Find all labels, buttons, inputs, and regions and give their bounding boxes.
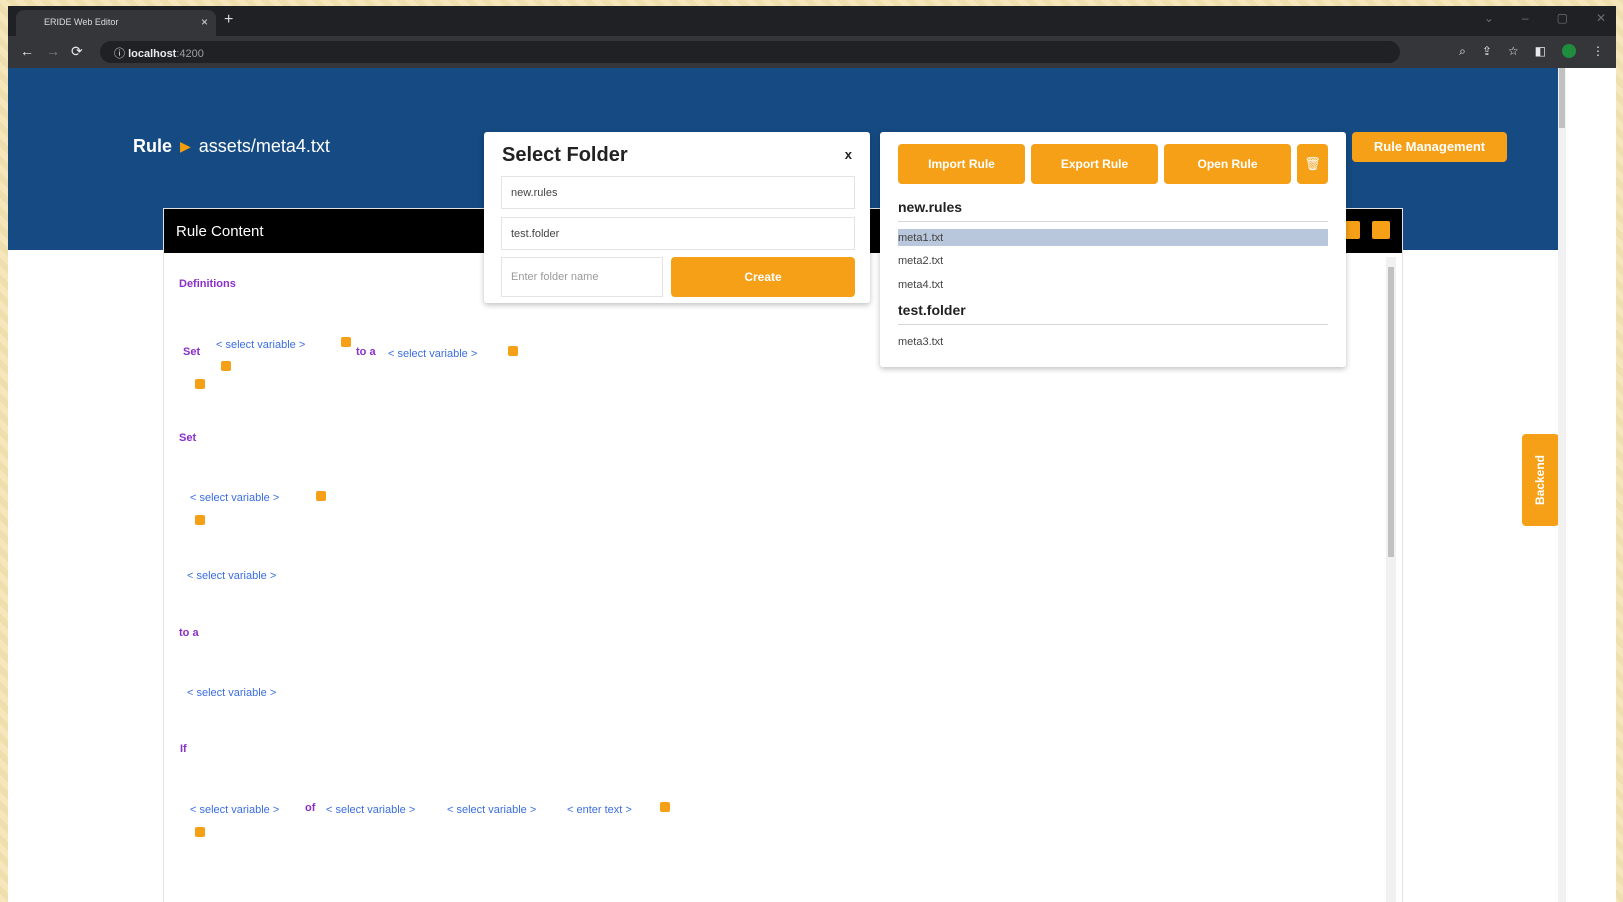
keyword-set: Set: [179, 432, 197, 444]
add-icon[interactable]: [195, 379, 205, 389]
content-scroll-thumb[interactable]: [1388, 267, 1394, 557]
add-icon[interactable]: [508, 346, 518, 356]
folder-name-input[interactable]: [501, 257, 663, 297]
browser-toolbar: ← → ⟳ ⓘ localhost:4200 ⌕ ⇪ ☆ ◧ ⋮: [8, 36, 1616, 68]
page-scroll-thumb[interactable]: [1559, 68, 1565, 128]
definitions-label: Definitions: [179, 278, 236, 290]
select-variable[interactable]: < select variable >: [190, 804, 279, 816]
open-rule-button[interactable]: Open Rule: [1164, 144, 1291, 184]
add-icon[interactable]: [660, 802, 670, 812]
add-icon[interactable]: [316, 491, 326, 501]
keyword-of: of: [305, 802, 316, 814]
breadcrumb-path: assets/meta4.txt: [198, 136, 330, 156]
folder-heading: test.folder: [898, 302, 966, 318]
address-bar[interactable]: ⓘ localhost:4200: [100, 41, 1400, 63]
divider: [898, 324, 1328, 325]
forward-icon[interactable]: →: [46, 43, 60, 59]
keyword-if: If: [180, 743, 187, 755]
browser-window: ERIDE Web Editor × + ⌄ – ▢ ✕ ← → ⟳ ⓘ loc…: [8, 6, 1616, 902]
keyword-to-a: to a: [179, 627, 199, 639]
rule-content-title: Rule Content: [176, 223, 264, 240]
create-folder-button[interactable]: Create: [671, 257, 855, 297]
trash-icon[interactable]: 🗑: [1297, 144, 1328, 184]
divider: [898, 221, 1328, 222]
backend-tab[interactable]: Backend: [1522, 434, 1559, 526]
close-icon[interactable]: x: [845, 147, 852, 162]
browser-tab[interactable]: ERIDE Web Editor ×: [16, 10, 216, 36]
keyword-to-a: to a: [356, 346, 376, 358]
share-icon[interactable]: ⇪: [1482, 44, 1492, 59]
rule-management-panel: Import Rule Export Rule Open Rule 🗑 new.…: [880, 132, 1346, 367]
page-scrollbar[interactable]: [1558, 68, 1566, 902]
folder-option[interactable]: test.folder: [501, 217, 855, 250]
breadcrumb-root[interactable]: Rule: [133, 136, 172, 157]
content-scrollbar[interactable]: [1386, 257, 1396, 902]
maximize-icon[interactable]: ▢: [1557, 11, 1568, 25]
reload-icon[interactable]: ⟳: [71, 43, 83, 60]
tab-close-icon[interactable]: ×: [201, 15, 208, 29]
minimize-icon[interactable]: –: [1522, 11, 1529, 25]
collapse-icon[interactable]: [1372, 221, 1390, 239]
close-window-icon[interactable]: ✕: [1596, 11, 1606, 25]
browser-menu-icon[interactable]: ⋮: [1592, 44, 1604, 59]
add-icon[interactable]: [341, 337, 351, 347]
import-rule-button[interactable]: Import Rule: [898, 144, 1025, 184]
tab-title: ERIDE Web Editor: [44, 17, 119, 27]
header-actions: [1342, 221, 1390, 239]
keyword-set: Set: [183, 346, 201, 358]
select-variable[interactable]: < select variable >: [187, 570, 276, 582]
file-item[interactable]: meta4.txt: [898, 276, 1328, 293]
enter-text[interactable]: < enter text >: [567, 804, 632, 816]
bookmark-star-icon[interactable]: ☆: [1508, 44, 1519, 59]
window-controls: ⌄ – ▢ ✕: [1484, 11, 1606, 25]
add-icon[interactable]: [195, 515, 205, 525]
select-folder-dialog: Select Folder x new.rules test.folder Cr…: [484, 132, 870, 303]
select-variable[interactable]: < select variable >: [190, 492, 279, 504]
url-port: :4200: [176, 48, 204, 60]
zoom-icon[interactable]: ⌕: [1459, 44, 1466, 59]
new-tab-icon[interactable]: +: [224, 11, 233, 29]
select-variable[interactable]: < select variable >: [216, 339, 305, 351]
url-host: localhost: [128, 48, 177, 60]
breadcrumb-arrow-icon: ▶: [180, 138, 191, 154]
browser-tabbar: ERIDE Web Editor × + ⌄ – ▢ ✕: [8, 6, 1616, 36]
rule-management-button[interactable]: Rule Management: [1352, 132, 1507, 162]
select-variable[interactable]: < select variable >: [187, 687, 276, 699]
add-icon[interactable]: [195, 827, 205, 837]
breadcrumb: Rule ▶ assets/meta4.txt: [133, 136, 330, 157]
export-rule-button[interactable]: Export Rule: [1031, 144, 1158, 184]
tab-search-icon[interactable]: ⌄: [1484, 11, 1494, 25]
site-info-icon[interactable]: ⓘ: [114, 48, 125, 60]
dialog-title: Select Folder: [502, 144, 628, 166]
toolbar-icons: ⌕ ⇪ ☆ ◧ ⋮: [1459, 44, 1604, 59]
select-variable[interactable]: < select variable >: [447, 804, 536, 816]
file-item-selected[interactable]: meta1.txt: [898, 229, 1328, 246]
select-variable[interactable]: < select variable >: [326, 804, 415, 816]
file-item[interactable]: meta3.txt: [898, 333, 1328, 350]
backend-tab-label: Backend: [1533, 454, 1548, 506]
folder-option[interactable]: new.rules: [501, 176, 855, 209]
add-icon[interactable]: [221, 361, 231, 371]
back-icon[interactable]: ←: [20, 43, 34, 59]
select-variable[interactable]: < select variable >: [388, 348, 477, 360]
profile-avatar[interactable]: [1562, 44, 1576, 58]
side-panel-icon[interactable]: ◧: [1535, 44, 1546, 59]
file-item[interactable]: meta2.txt: [898, 252, 1328, 269]
folder-heading: new.rules: [898, 199, 963, 215]
